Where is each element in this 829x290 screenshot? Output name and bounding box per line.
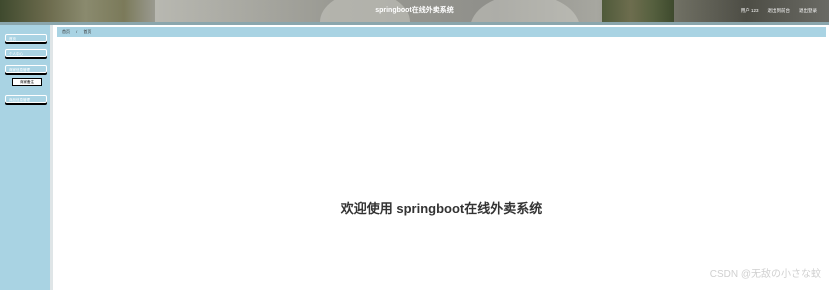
sidebar-item-goods[interactable]: 商品信息管理 bbox=[5, 95, 47, 103]
header-divider bbox=[0, 22, 829, 25]
app-title: springboot在线外卖系统 bbox=[375, 7, 454, 14]
watermark: CSDN @无敌の小さな蚊 bbox=[709, 269, 821, 280]
sidebar-subitem-merchant-note[interactable]: 商家备注 bbox=[12, 78, 42, 86]
breadcrumb-current: 首页 bbox=[83, 29, 92, 34]
breadcrumb-separator: / bbox=[76, 29, 78, 34]
breadcrumb-home-link[interactable]: 首页 bbox=[62, 29, 70, 34]
sidebar-item-home[interactable]: 首页 bbox=[5, 34, 47, 42]
header-user-area: 用户 123 退出到前台 退出登录 bbox=[741, 0, 817, 22]
current-user-label: 用户 123 bbox=[740, 8, 759, 13]
welcome-heading: 欢迎使用 springboot在线外卖系统 bbox=[340, 201, 543, 216]
sidebar-item-profile[interactable]: 个人中心 bbox=[5, 49, 47, 57]
top-header: springboot在线外卖系统 用户 123 退出到前台 退出登录 bbox=[0, 0, 829, 22]
sidebar-item-merchant[interactable]: 商家信息管理 bbox=[5, 65, 47, 73]
logout-link[interactable]: 退出登录 bbox=[799, 0, 817, 22]
back-to-front-link[interactable]: 退出到前台 bbox=[768, 0, 791, 22]
sidebar: 首页 个人中心 商家信息管理 商家备注 商品信息管理 bbox=[0, 25, 53, 290]
breadcrumb: 首页 / 首页 bbox=[57, 27, 826, 37]
